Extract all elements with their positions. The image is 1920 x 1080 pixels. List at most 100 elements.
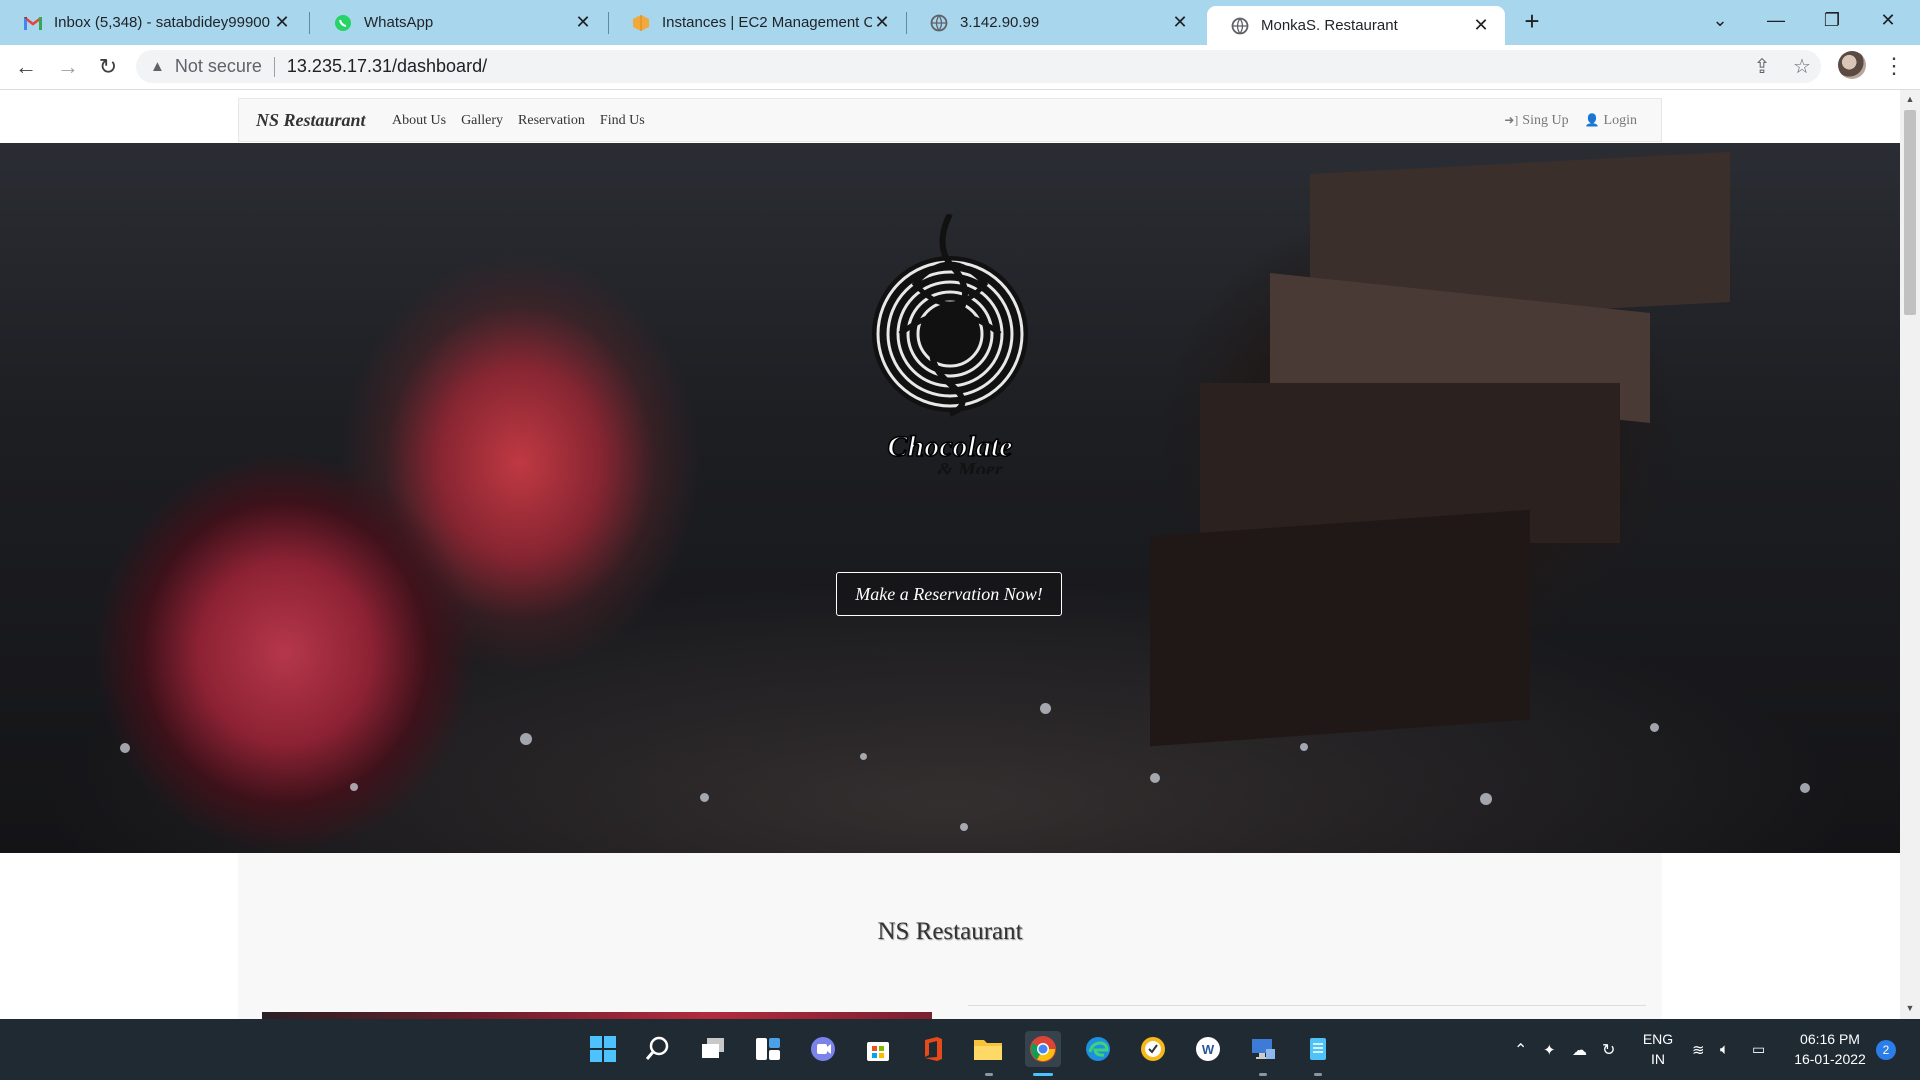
minimize-button[interactable]: —	[1748, 0, 1804, 40]
onedrive-icon[interactable]: ☁	[1572, 1019, 1587, 1080]
notepad-icon[interactable]	[1300, 1031, 1336, 1067]
site-navbar: NS Restaurant About Us Gallery Reservati…	[238, 98, 1662, 142]
nav-links: About Us Gallery Reservation Find Us	[392, 113, 645, 129]
tab-label: Instances | EC2 Management Cor	[662, 14, 872, 31]
system-clock[interactable]: 06:16 PM 16-01-2022	[1790, 1029, 1870, 1069]
tab-label: MonkaS. Restaurant	[1261, 17, 1398, 34]
running-indicator	[1314, 1073, 1322, 1076]
close-window-button[interactable]: ✕	[1860, 0, 1916, 40]
sync-icon[interactable]: ↻	[1602, 1019, 1615, 1080]
back-button[interactable]: ←	[10, 51, 42, 83]
tab-ec2[interactable]: Instances | EC2 Management Cor ✕	[608, 0, 906, 45]
sugar-speck	[350, 783, 358, 791]
address-divider	[273, 56, 275, 77]
globe-icon	[1231, 17, 1249, 35]
office-icon[interactable]	[915, 1031, 951, 1067]
battery-icon[interactable]: ▭	[1752, 1019, 1765, 1080]
sign-in-icon: ➜]	[1504, 113, 1519, 127]
nav-about-us[interactable]: About Us	[392, 113, 446, 129]
close-tab-icon[interactable]: ✕	[1170, 12, 1190, 33]
sugar-speck	[1800, 783, 1810, 793]
gmail-icon	[24, 14, 42, 32]
signup-link[interactable]: ➜] Sing Up	[1504, 113, 1568, 129]
user-plus-icon: 👤	[1584, 113, 1600, 127]
close-tab-icon[interactable]: ✕	[272, 12, 292, 33]
chrome-icon[interactable]	[1025, 1031, 1061, 1067]
section-image	[262, 1012, 932, 1019]
chocolate-logo-graphic: Chocolate & Moer	[872, 212, 1028, 481]
sugar-speck	[700, 793, 709, 802]
restore-button[interactable]: ❐	[1804, 0, 1860, 40]
logo-tagline: & Moer	[938, 459, 1003, 474]
hero-banner: Chocolate & Moer Make a Reservation Now!	[0, 143, 1900, 853]
teams-chat-icon[interactable]	[805, 1031, 841, 1067]
norton-icon[interactable]	[1135, 1031, 1171, 1067]
chocolate-piece	[1150, 509, 1530, 747]
sugar-speck	[1040, 703, 1051, 714]
tray-overflow-chevron-icon[interactable]: ⌃	[1514, 1019, 1527, 1080]
search-icon[interactable]	[640, 1031, 676, 1067]
security-status[interactable]: Not secure	[175, 56, 262, 77]
microsoft-store-icon[interactable]	[860, 1031, 896, 1067]
scroll-up-arrow-icon[interactable]: ▲	[1904, 94, 1916, 106]
browser-menu-icon[interactable]: ⋮	[1883, 51, 1905, 81]
remote-desktop-icon[interactable]	[1245, 1031, 1281, 1067]
widgets-icon[interactable]	[750, 1031, 786, 1067]
volume-icon[interactable]: 🔈︎	[1720, 1019, 1729, 1080]
close-tab-icon[interactable]: ✕	[573, 12, 593, 33]
tab-search-chevron-icon[interactable]: ⌄	[1692, 0, 1748, 40]
tab-label: 3.142.90.99	[960, 14, 1040, 31]
wifi-icon[interactable]: ≋	[1692, 1019, 1705, 1080]
chocolate-logo: Chocolate & Moer	[855, 212, 1045, 481]
input-language[interactable]: ENG IN	[1640, 1029, 1676, 1069]
reload-button[interactable]: ↻	[92, 51, 124, 83]
word-online-icon[interactable]: W	[1190, 1031, 1226, 1067]
close-tab-icon[interactable]: ✕	[872, 12, 892, 33]
share-icon[interactable]: ⇪	[1747, 51, 1777, 81]
edge-icon[interactable]	[1080, 1031, 1116, 1067]
address-bar[interactable]: ▲ Not secure 13.235.17.31/dashboard/	[136, 50, 1821, 83]
make-reservation-button[interactable]: Make a Reservation Now!	[836, 572, 1062, 616]
whatsapp-icon	[334, 14, 352, 32]
page-viewport: NS Restaurant About Us Gallery Reservati…	[0, 90, 1900, 1019]
bookmark-star-icon[interactable]: ☆	[1787, 51, 1817, 81]
scroll-down-arrow-icon[interactable]: ▼	[1904, 1003, 1916, 1015]
dropbox-sync-icon[interactable]: ✦	[1543, 1019, 1556, 1080]
tab-gmail[interactable]: Inbox (5,348) - satabdidey99900 ✕	[0, 0, 306, 45]
aws-icon	[632, 14, 650, 32]
sugar-speck	[960, 823, 968, 831]
sugar-speck	[1300, 743, 1308, 751]
sugar-speck	[1150, 773, 1160, 783]
nav-reservation[interactable]: Reservation	[518, 113, 585, 129]
login-label: Login	[1603, 113, 1637, 128]
site-brand[interactable]: NS Restaurant	[256, 110, 366, 131]
new-tab-button[interactable]: +	[1518, 6, 1546, 36]
globe-icon	[930, 14, 948, 32]
forward-button[interactable]: →	[52, 51, 84, 83]
task-view-icon[interactable]	[695, 1031, 731, 1067]
svg-text:W: W	[1202, 1042, 1215, 1057]
section-title: NS Restaurant	[877, 918, 1023, 945]
signup-label: Sing Up	[1522, 113, 1569, 128]
close-tab-icon[interactable]: ✕	[1471, 15, 1491, 36]
warning-icon[interactable]: ▲	[150, 58, 165, 75]
url-text[interactable]: 13.235.17.31/dashboard/	[287, 56, 487, 77]
scrollbar-thumb[interactable]	[1904, 110, 1916, 315]
notification-badge[interactable]: 2	[1876, 1040, 1896, 1060]
windows-taskbar: W ⌃ ✦ ☁ ↻ ENG IN ≋ 🔈︎ ▭ 06:16 PM 16-01-2…	[0, 1019, 1920, 1080]
nav-find-us[interactable]: Find Us	[600, 113, 645, 129]
profile-avatar[interactable]	[1838, 51, 1866, 79]
page-scrollbar[interactable]: ▲ ▼	[1900, 90, 1920, 1019]
active-indicator	[1033, 1073, 1053, 1076]
browser-toolbar: ← → ↻ ▲ Not secure 13.235.17.31/dashboar…	[0, 45, 1920, 90]
sugar-speck	[860, 753, 867, 760]
tab-whatsapp[interactable]: WhatsApp ✕	[310, 0, 607, 45]
file-explorer-icon[interactable]	[970, 1031, 1006, 1067]
nav-gallery[interactable]: Gallery	[461, 113, 503, 129]
tab-monkas-restaurant[interactable]: MonkaS. Restaurant ✕	[1207, 6, 1505, 45]
nav-auth: ➜] Sing Up 👤 Login	[1504, 113, 1637, 129]
windows-start-icon[interactable]	[585, 1031, 621, 1067]
tab-label: WhatsApp	[364, 14, 434, 31]
login-link[interactable]: 👤 Login	[1585, 113, 1637, 129]
tab-ip[interactable]: 3.142.90.99 ✕	[906, 0, 1204, 45]
